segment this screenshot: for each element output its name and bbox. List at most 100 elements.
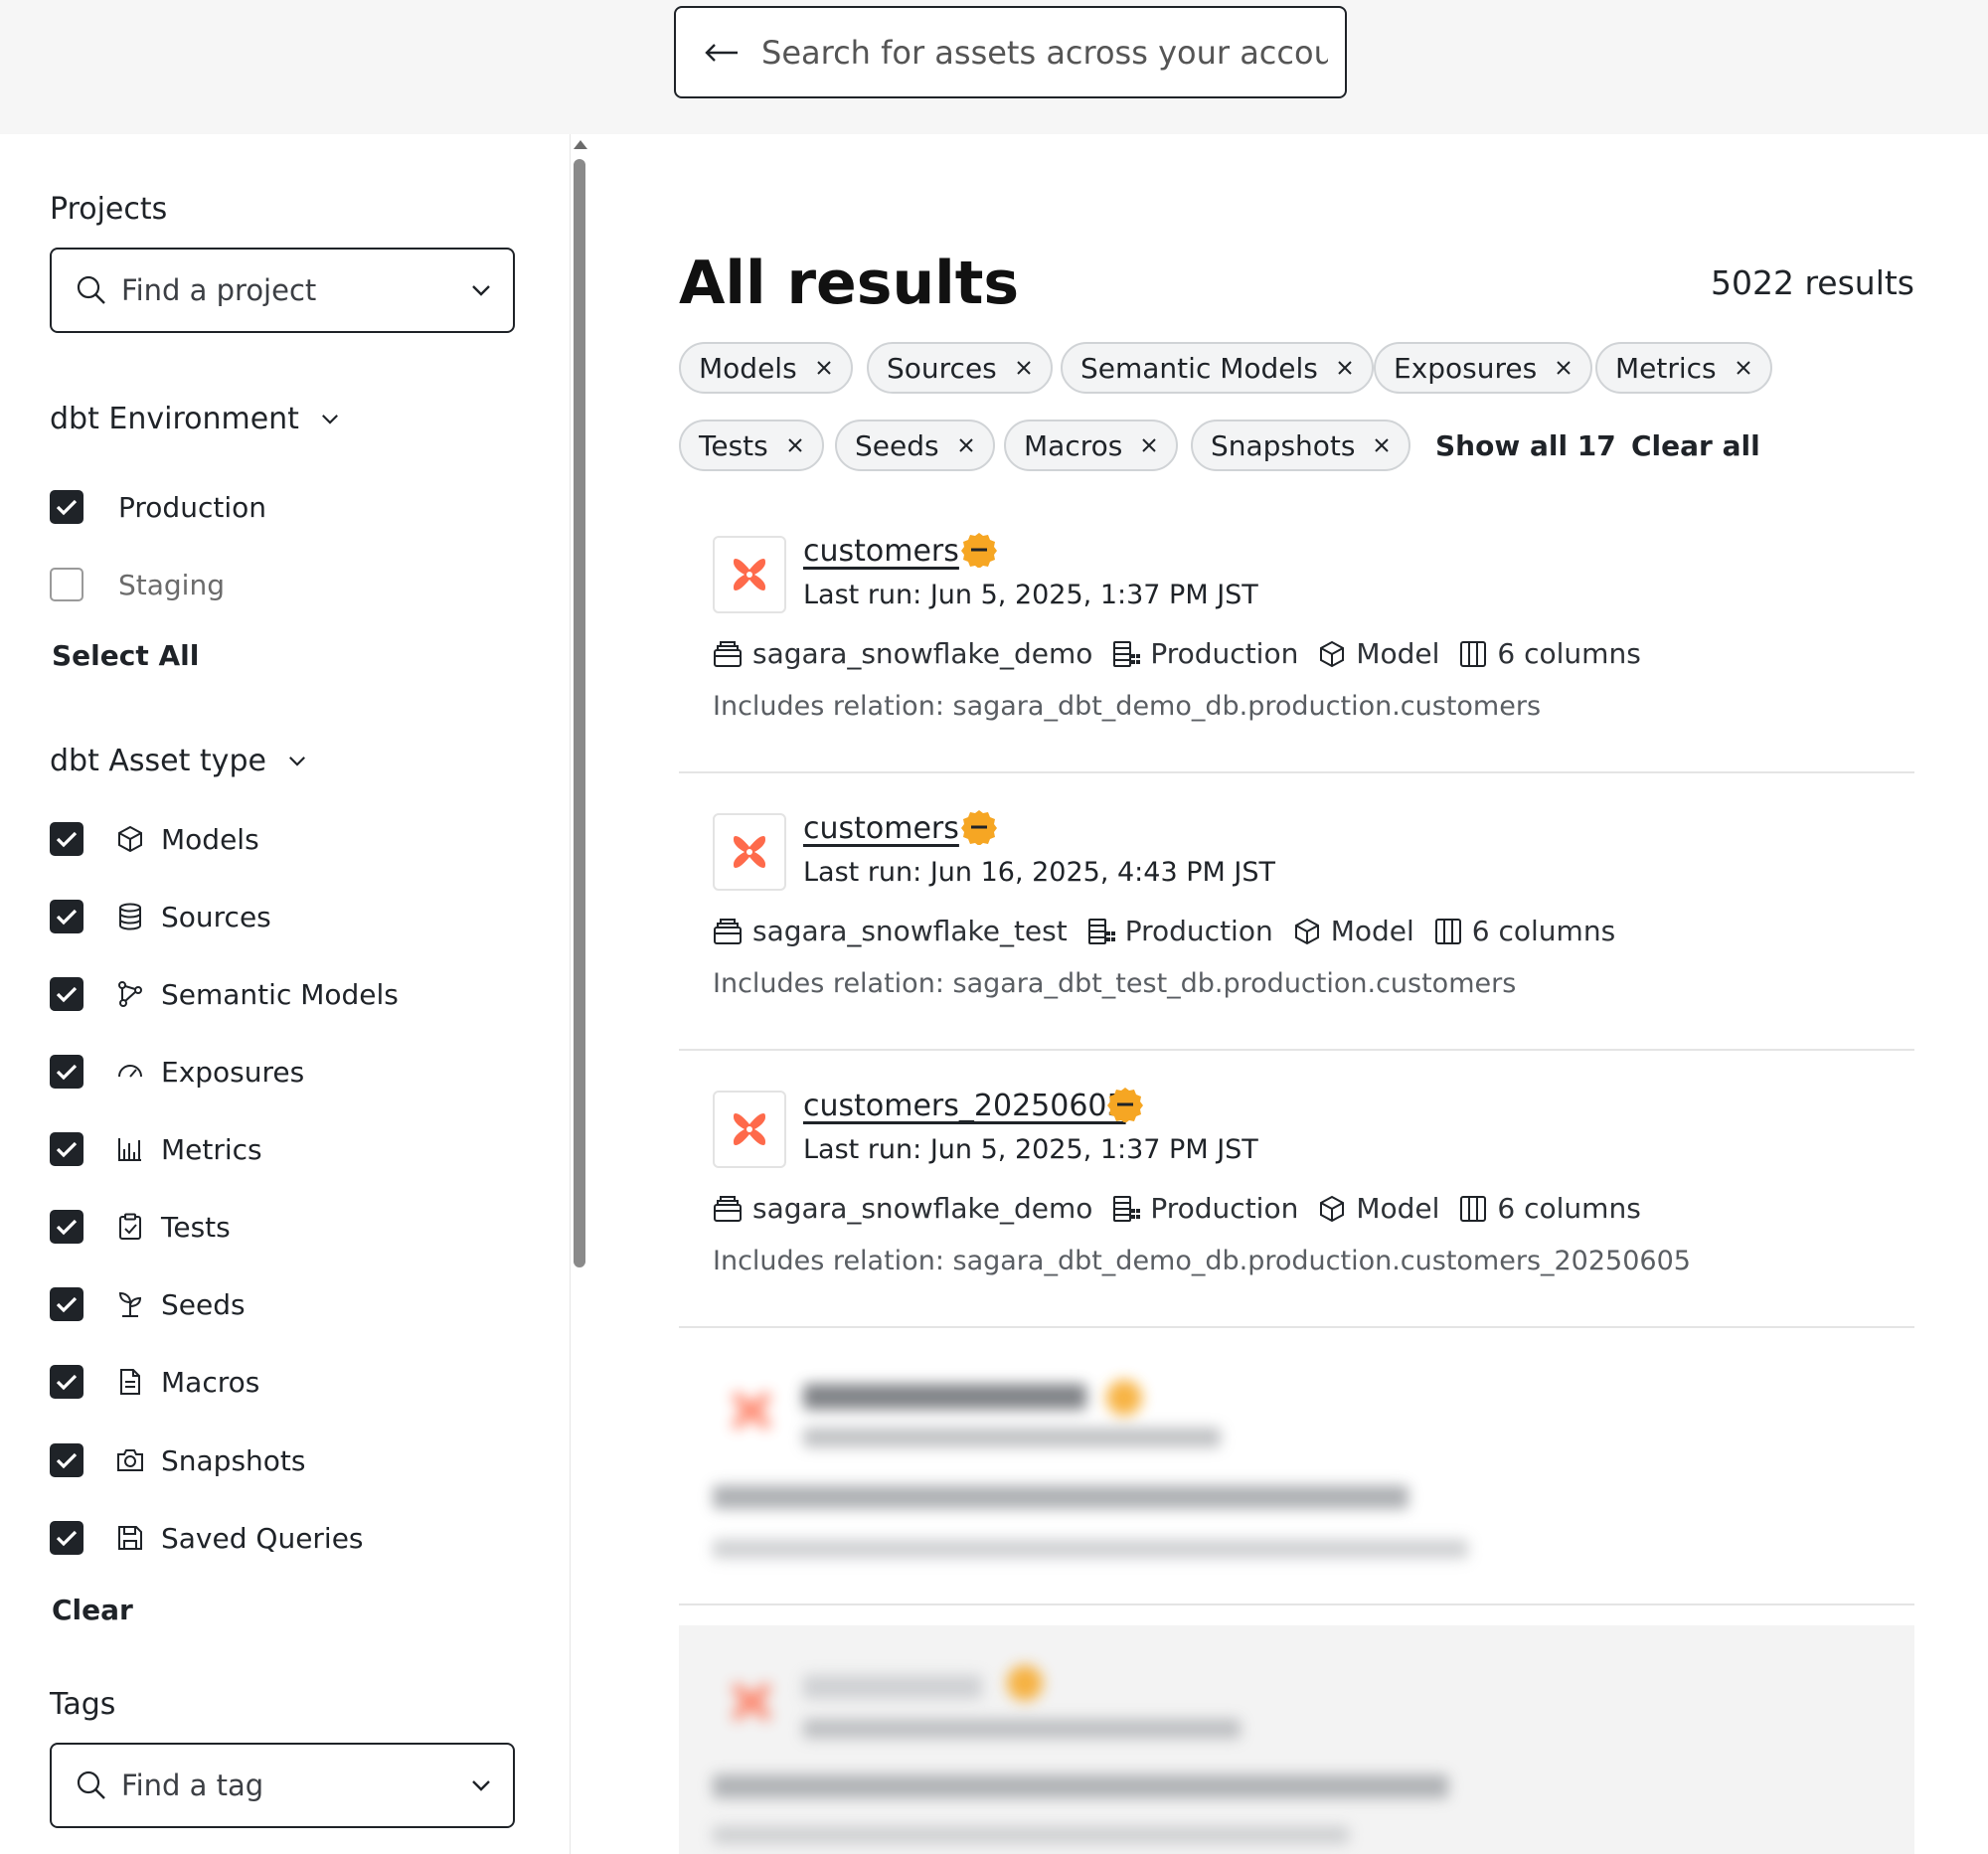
filter-chip-macros[interactable]: Macros [1004,420,1179,471]
asset-option-exposures[interactable]: Exposures [50,1052,304,1092]
env-option-staging[interactable]: Staging [50,565,225,604]
checkbox-checked[interactable] [50,822,83,856]
clipboard-check-icon [115,1212,145,1242]
sidebar-scrollbar[interactable] [569,134,590,1854]
relation-text: Includes relation: sagara_dbt_demo_db.pr… [713,691,1542,722]
close-icon[interactable] [957,436,975,454]
tag-dropdown-placeholder: Find a tag [121,1769,264,1802]
asset-type-section-toggle[interactable]: dbt Asset type [50,744,306,778]
checkbox-checked[interactable] [50,1287,83,1321]
document-icon [115,1367,145,1397]
result-item[interactable]: customers Last run: Jun 16, 2025, 4:43 P… [679,773,1914,1051]
close-icon[interactable] [1140,436,1158,454]
tags-title: Tags [50,1687,116,1722]
asset-option-macros[interactable]: Macros [50,1362,259,1402]
projects-title: Projects [50,192,168,227]
cube-icon [1320,640,1345,667]
filter-chip-semantic-models[interactable]: Semantic Models [1061,342,1374,394]
project-icon [714,918,742,944]
filter-chip-exposures[interactable]: Exposures [1374,342,1593,394]
result-name-link[interactable]: customers [803,534,959,569]
meta-columns: 6 columns [1459,637,1641,670]
close-icon[interactable] [815,359,833,377]
tag-dropdown[interactable]: Find a tag [50,1743,515,1828]
asset-option-semantic-models[interactable]: Semantic Models [50,974,399,1014]
meta-project: sagara_snowflake_demo [713,637,1092,670]
asset-option-saved-queries[interactable]: Saved Queries [50,1518,364,1558]
deprecated-badge-icon [1107,1088,1143,1122]
checkbox-checked[interactable] [50,977,83,1011]
filter-chip-metrics[interactable]: Metrics [1595,342,1772,394]
checkbox-checked[interactable] [50,1365,83,1399]
result-name-link[interactable]: customers_20250605 [803,1089,1126,1123]
meta-type: Model [1318,637,1439,670]
top-bar [0,0,1988,134]
save-icon [115,1523,145,1553]
asset-option-models[interactable]: Models [50,819,259,859]
close-icon[interactable] [1735,359,1752,377]
filter-chip-tests[interactable]: Tests [679,420,824,471]
database-icon [115,902,145,931]
checkbox-checked[interactable] [50,1132,83,1166]
search-input[interactable] [761,33,1328,72]
meta-type: Model [1318,1192,1439,1225]
result-item[interactable]: customers Last run: Jun 5, 2025, 1:37 PM… [679,496,1914,773]
checkbox-checked[interactable] [50,1210,83,1244]
asset-option-sources[interactable]: Sources [50,897,271,936]
project-icon [714,640,742,667]
meta-columns: 6 columns [1459,1192,1641,1225]
last-run-text: Last run: Jun 16, 2025, 4:43 PM JST [803,857,1275,888]
checkbox-checked[interactable] [50,1055,83,1089]
result-meta: sagara_snowflake_demo Production Model 6… [713,637,1661,670]
show-all-filters-link[interactable]: Show all 17 [1435,429,1616,462]
asset-option-metrics[interactable]: Metrics [50,1129,262,1169]
checkbox-unchecked[interactable] [50,568,83,601]
scrollbar-thumb[interactable] [574,159,585,1267]
bar-chart-icon [115,1134,145,1164]
meta-environment: Production [1087,915,1273,947]
deprecated-badge-icon [961,810,997,845]
asset-option-snapshots[interactable]: Snapshots [50,1440,305,1480]
checkbox-checked[interactable] [50,900,83,933]
columns-icon [1460,1195,1487,1222]
global-search[interactable] [674,6,1347,98]
back-arrow-icon[interactable] [702,33,742,73]
result-name-link[interactable]: customers [803,811,959,846]
asset-option-tests[interactable]: Tests [50,1207,231,1247]
environment-section-toggle[interactable]: dbt Environment [50,402,339,436]
close-icon[interactable] [1336,359,1354,377]
checkbox-checked[interactable] [50,1443,83,1477]
clear-asset-types-button[interactable]: Clear [52,1594,133,1626]
filter-chip-sources[interactable]: Sources [867,342,1053,394]
checkbox-checked[interactable] [50,490,83,524]
chevron-down-icon [472,1780,490,1791]
columns-icon [1434,918,1461,944]
meta-environment: Production [1112,637,1298,670]
filter-chip-seeds[interactable]: Seeds [835,420,995,471]
scroll-up-arrow-icon[interactable] [574,140,587,149]
search-icon [77,275,105,304]
asset-option-seeds[interactable]: Seeds [50,1284,246,1324]
relation-text: Includes relation: sagara_dbt_test_db.pr… [713,968,1517,999]
columns-icon [1460,640,1487,667]
filter-chip-snapshots[interactable]: Snapshots [1191,420,1411,471]
chevron-down-icon [321,415,338,424]
select-all-button[interactable]: Select All [52,639,199,672]
project-icon [714,1195,742,1222]
cube-icon [1320,1195,1345,1222]
close-icon[interactable] [1555,359,1573,377]
filter-chip-models[interactable]: Models [679,342,853,394]
checkbox-checked[interactable] [50,1521,83,1555]
result-item[interactable]: customers_20250605 Last run: Jun 5, 2025… [679,1051,1914,1328]
close-icon[interactable] [786,436,804,454]
close-icon[interactable] [1015,359,1033,377]
project-dropdown[interactable]: Find a project [50,248,515,333]
close-icon[interactable] [1373,436,1391,454]
clear-all-filters-link[interactable]: Clear all [1631,429,1760,462]
env-option-production[interactable]: Production [50,487,266,527]
dbt-logo-icon [713,813,786,891]
cube-icon [115,824,145,854]
result-meta: sagara_snowflake_demo Production Model 6… [713,1192,1661,1225]
camera-icon [115,1445,145,1475]
environment-icon [1113,640,1141,667]
